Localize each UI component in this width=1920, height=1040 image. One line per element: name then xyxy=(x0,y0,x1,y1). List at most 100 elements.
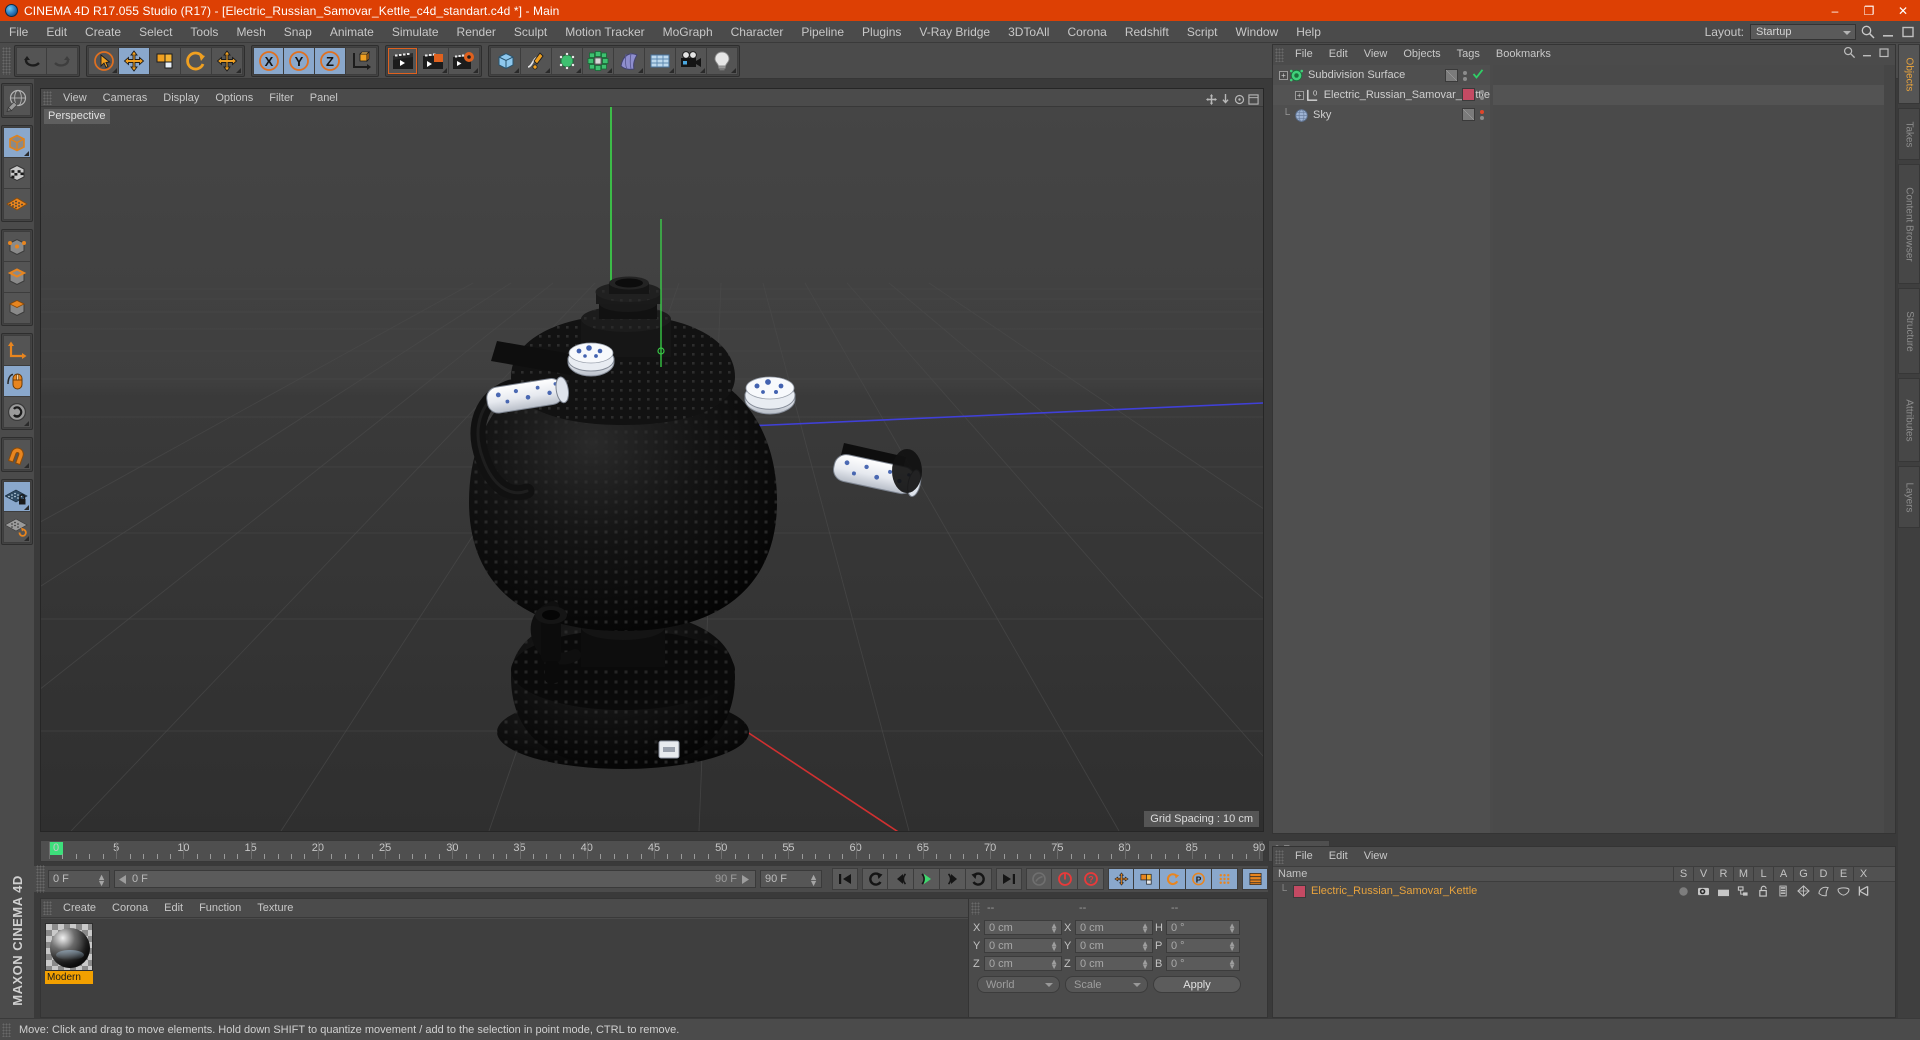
lock-x-button[interactable]: X xyxy=(253,46,284,75)
subdivision-surface-icon[interactable] xyxy=(1289,68,1304,83)
minimize-button[interactable]: – xyxy=(1818,0,1852,21)
coordinates-grip[interactable] xyxy=(971,901,980,915)
go-to-start-button[interactable] xyxy=(832,868,858,890)
maximize-viewport-icon[interactable] xyxy=(1248,92,1259,105)
layer-color-swatch[interactable] xyxy=(1293,884,1306,898)
menu-item-create[interactable]: Create xyxy=(76,21,130,43)
object-manager-scrollbar[interactable] xyxy=(1884,65,1895,833)
menu-item-help[interactable]: Help xyxy=(1287,21,1330,43)
rotation-p-field[interactable]: 0 ° ▲ ▼ xyxy=(1166,938,1240,953)
object-row[interactable]: +0 Electric_Russian_Samovar_Kettle xyxy=(1273,85,1490,105)
menu-item-animate[interactable]: Animate xyxy=(321,21,383,43)
menu-item-character[interactable]: Character xyxy=(722,21,793,43)
menu-item-render[interactable]: Render xyxy=(448,21,505,43)
spinner-icon[interactable]: ▲▼ xyxy=(1050,958,1058,971)
menu-item-file[interactable]: File xyxy=(0,21,37,43)
add-spline-button[interactable] xyxy=(521,46,552,75)
material-manager-grip[interactable] xyxy=(43,901,52,915)
spinner-icon[interactable]: ▲▼ xyxy=(809,873,818,888)
apply-button[interactable]: Apply xyxy=(1153,976,1241,993)
layer-menu-file[interactable]: File xyxy=(1287,847,1321,866)
move-view-icon[interactable] xyxy=(1206,92,1217,105)
render-view-button[interactable] xyxy=(387,46,418,75)
total-frames-field[interactable]: 90 F ▲ ▼ xyxy=(760,870,822,888)
position-y-field[interactable]: 0 cm ▲ ▼ xyxy=(984,938,1062,953)
menu-item-pipeline[interactable]: Pipeline xyxy=(792,21,853,43)
spinner-icon[interactable]: ▲▼ xyxy=(1228,958,1236,971)
rotate-view-icon[interactable] xyxy=(1234,92,1245,105)
layer-column-r[interactable]: R xyxy=(1713,866,1733,882)
side-tab-layers[interactable]: Layers xyxy=(1898,466,1920,528)
panel-restore-icon[interactable] xyxy=(1878,46,1890,64)
layer-solo-toggle[interactable] xyxy=(1673,886,1693,897)
layer-column-l[interactable]: L xyxy=(1753,866,1773,882)
visibility-dots[interactable] xyxy=(1480,109,1484,120)
spinner-icon[interactable]: ▲▼ xyxy=(1141,922,1149,935)
layer-column-v[interactable]: V xyxy=(1693,866,1713,882)
menu-item-plugins[interactable]: Plugins xyxy=(853,21,910,43)
side-tab-structure[interactable]: Structure xyxy=(1898,288,1920,374)
menu-item-motion-tracker[interactable]: Motion Tracker xyxy=(556,21,653,43)
display-tag[interactable] xyxy=(1445,69,1458,82)
animation-toolbar-grip[interactable] xyxy=(36,865,45,893)
autokeying-button[interactable] xyxy=(1052,868,1078,890)
editor-visibility-dot[interactable] xyxy=(1480,109,1484,114)
panel-restore-icon[interactable] xyxy=(1900,24,1916,40)
layer-animation-toggle[interactable] xyxy=(1773,885,1793,897)
menu-item-mograph[interactable]: MoGraph xyxy=(654,21,722,43)
layer-visible-toggle[interactable] xyxy=(1693,886,1713,897)
object-manager-menu-view[interactable]: View xyxy=(1356,45,1396,64)
layer-column-a[interactable]: A xyxy=(1773,866,1793,882)
render-visibility-dot[interactable] xyxy=(1480,115,1484,120)
scale-key-button[interactable] xyxy=(1134,868,1160,890)
spinner-icon[interactable]: ▲▼ xyxy=(1228,940,1236,953)
render-region-button[interactable] xyxy=(418,46,449,75)
coordinate-mode-dropdown[interactable]: Scale xyxy=(1065,976,1148,993)
previous-keyframe-button[interactable] xyxy=(862,868,888,890)
search-icon[interactable] xyxy=(1860,24,1876,40)
size-y-field[interactable]: 0 cm ▲ ▼ xyxy=(1075,938,1153,953)
add-camera-button[interactable] xyxy=(676,46,707,75)
menu-item-window[interactable]: Window xyxy=(1227,21,1288,43)
layer-manager-toggle[interactable] xyxy=(1733,885,1753,897)
render-visibility-dot[interactable] xyxy=(1480,95,1484,100)
material-menu-edit[interactable]: Edit xyxy=(156,899,191,918)
keyframe-selection-button[interactable]: ? xyxy=(1078,868,1104,890)
timeline-track[interactable]: 0 F 90 F xyxy=(114,870,756,888)
add-deformer-button[interactable] xyxy=(614,46,645,75)
workplane-mode-button[interactable] xyxy=(3,189,31,220)
layer-column-e[interactable]: E xyxy=(1833,866,1853,882)
spinner-icon[interactable]: ▲▼ xyxy=(1141,958,1149,971)
rotation-key-button[interactable] xyxy=(1160,868,1186,890)
material-menu-corona[interactable]: Corona xyxy=(104,899,156,918)
scale-tool-button[interactable] xyxy=(150,46,181,75)
object-manager-menu-edit[interactable]: Edit xyxy=(1321,45,1356,64)
rotate-tool-button[interactable] xyxy=(181,46,212,75)
undo-button[interactable] xyxy=(16,46,47,75)
enabled-check-icon[interactable] xyxy=(1472,68,1484,83)
layer-manager-grip[interactable] xyxy=(1275,849,1284,864)
point-mode-button[interactable] xyxy=(3,231,31,262)
editor-visibility-dot[interactable] xyxy=(1480,89,1484,94)
object-manager-menu-file[interactable]: File xyxy=(1287,45,1321,64)
toolbar-grip[interactable] xyxy=(2,46,11,75)
menu-item-sculpt[interactable]: Sculpt xyxy=(505,21,556,43)
menu-item-mesh[interactable]: Mesh xyxy=(227,21,274,43)
close-button[interactable]: ✕ xyxy=(1886,0,1920,21)
panel-minimize-icon[interactable] xyxy=(1861,46,1873,64)
next-frame-button[interactable] xyxy=(940,868,966,890)
visibility-dots[interactable] xyxy=(1480,89,1484,100)
expand-toggle-icon[interactable]: + xyxy=(1279,70,1288,80)
edge-mode-button[interactable] xyxy=(3,262,31,293)
add-cube-button[interactable] xyxy=(490,46,521,75)
live-selection-button[interactable] xyxy=(88,46,119,75)
viewport-menu-view[interactable]: View xyxy=(55,89,95,107)
position-x-field[interactable]: 0 cm ▲ ▼ xyxy=(984,920,1062,935)
side-tab-takes[interactable]: Takes xyxy=(1898,108,1920,160)
side-tab-objects[interactable]: Objects xyxy=(1898,44,1920,104)
size-x-field[interactable]: 0 cm ▲ ▼ xyxy=(1075,920,1153,935)
panel-minimize-icon[interactable] xyxy=(1880,24,1896,40)
menu-item-simulate[interactable]: Simulate xyxy=(383,21,448,43)
menu-item-v-ray-bridge[interactable]: V-Ray Bridge xyxy=(910,21,999,43)
layer-deformer-toggle[interactable] xyxy=(1813,885,1833,897)
